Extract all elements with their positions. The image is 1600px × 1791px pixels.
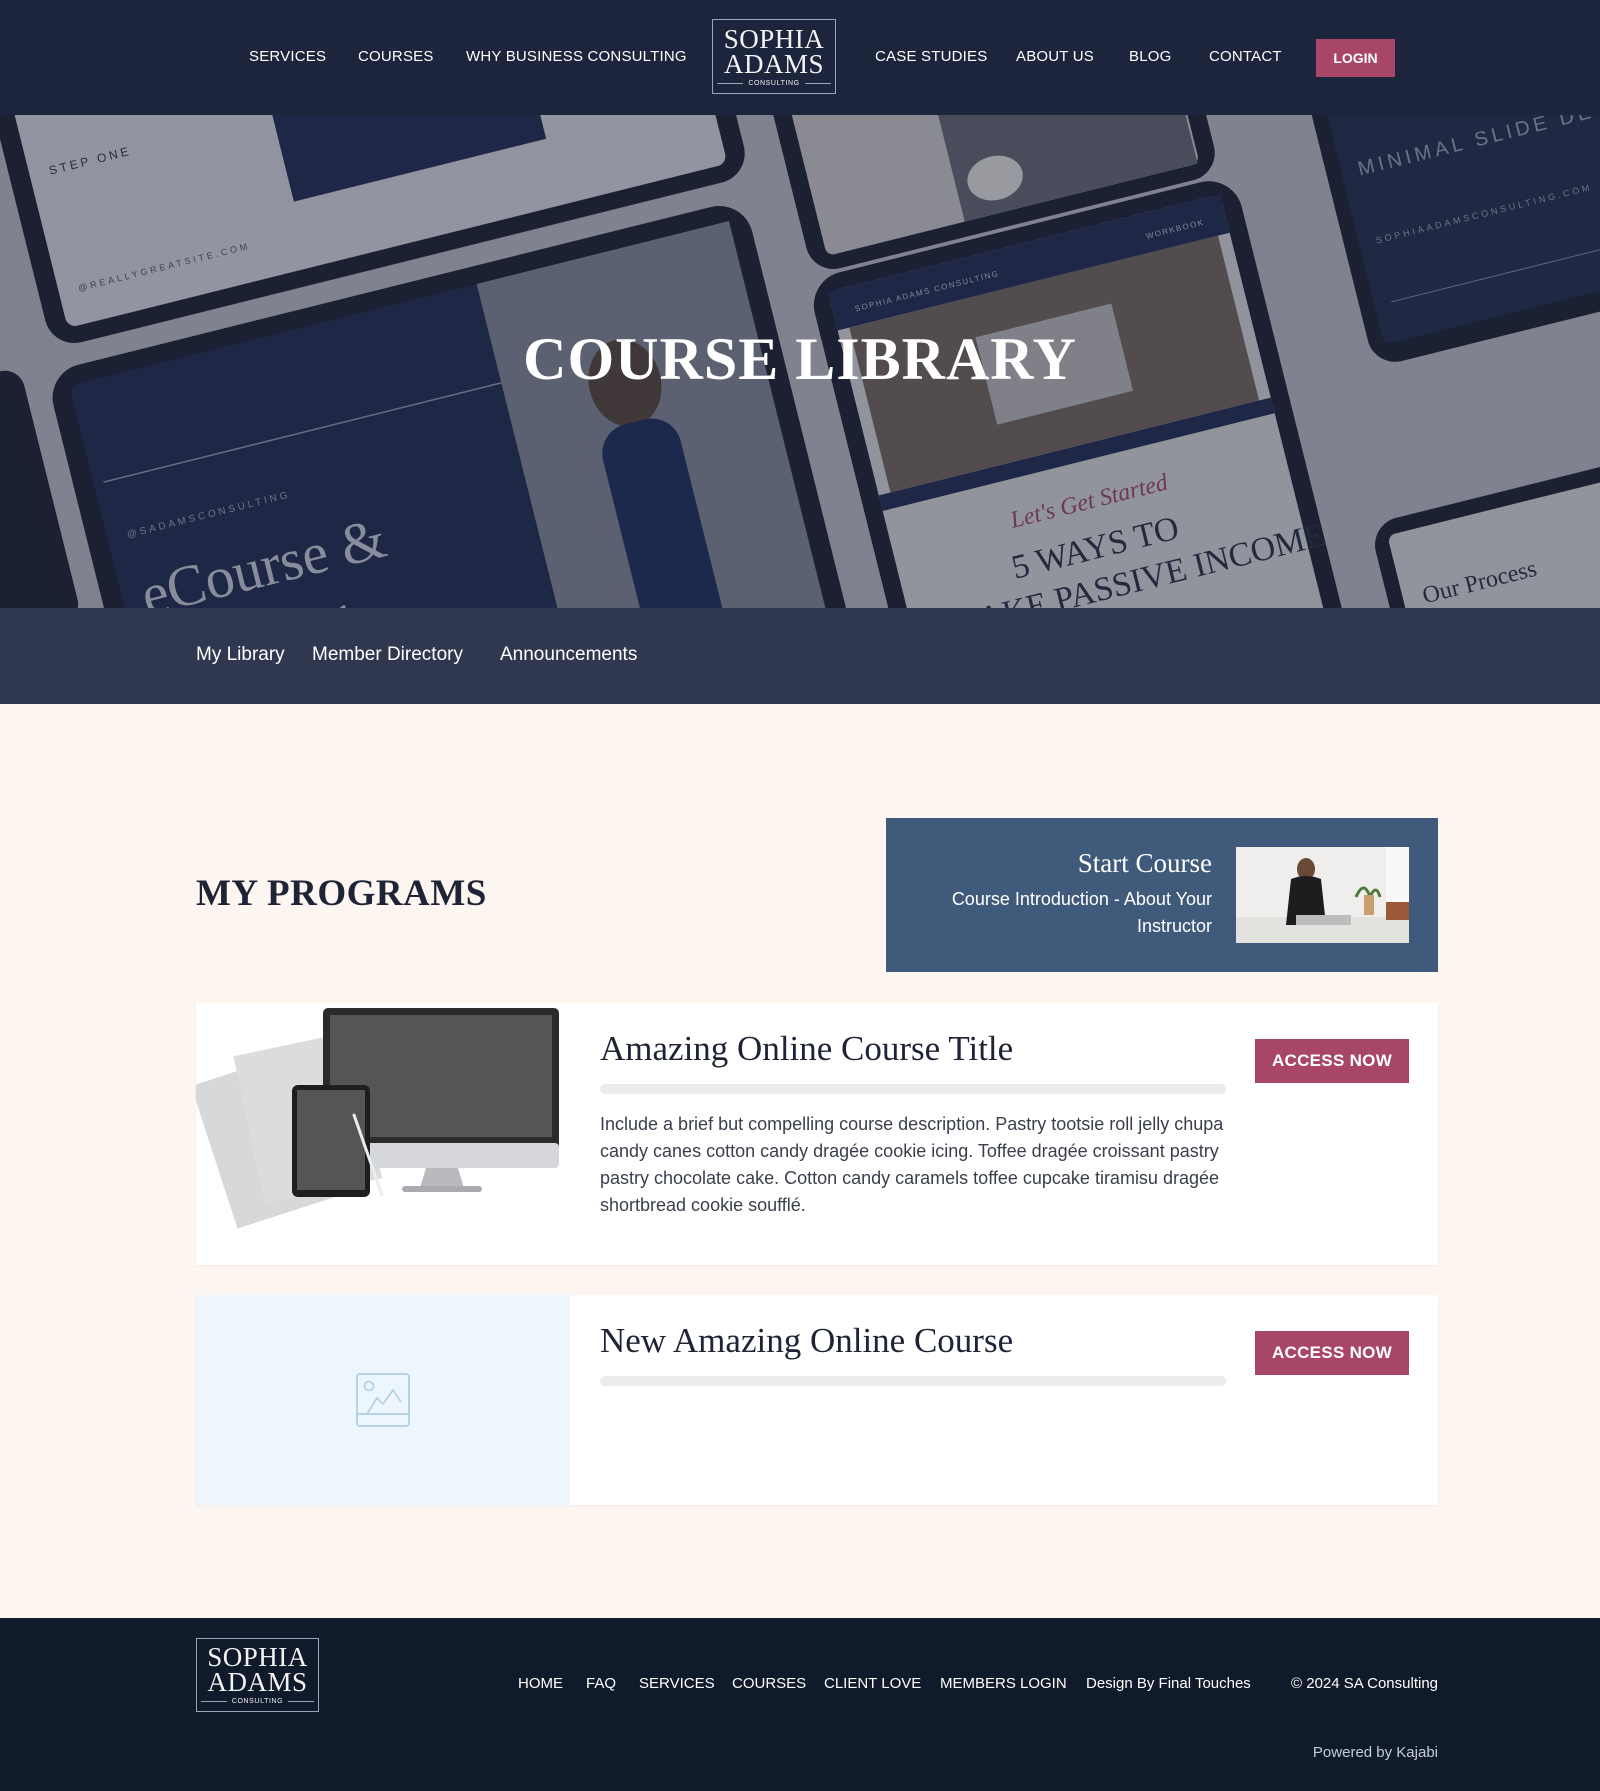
footer-logo-line-3: CONSULTING (231, 1698, 284, 1705)
start-course-title[interactable]: Start Course (1078, 848, 1212, 879)
nav-contact[interactable]: CONTACT (1209, 48, 1282, 65)
page-title: COURSE LIBRARY (523, 326, 1077, 392)
start-course-lesson: Course Introduction - About Your Instruc… (951, 889, 1212, 936)
course-progress-bar (600, 1084, 1226, 1094)
course-thumbnail[interactable] (196, 1295, 570, 1505)
footer-link-home[interactable]: HOME (518, 1675, 563, 1692)
devices-mockup-image (196, 1003, 570, 1265)
section-title: MY PROGRAMS (196, 873, 487, 914)
hero-banner: STEP ONE @REALLYGREATSITE.COM MINIMAL SL… (0, 115, 1600, 608)
site-header: SERVICES COURSES WHY BUSINESS CONSULTING… (0, 0, 1600, 115)
nav-why-business-consulting[interactable]: WHY BUSINESS CONSULTING (466, 48, 687, 65)
course-card: New Amazing Online Course ACCESS NOW (196, 1295, 1438, 1505)
course-thumbnail[interactable] (196, 1003, 570, 1265)
subnav-member-directory[interactable]: Member Directory (312, 644, 463, 666)
footer-link-courses[interactable]: COURSES (732, 1675, 806, 1692)
logo-line-1: SOPHIA (723, 23, 825, 54)
nav-case-studies[interactable]: CASE STUDIES (875, 48, 987, 65)
footer-link-design-credit[interactable]: Design By Final Touches (1086, 1675, 1251, 1692)
course-progress-bar (600, 1376, 1226, 1386)
nav-about-us[interactable]: ABOUT US (1016, 48, 1094, 65)
course-title[interactable]: New Amazing Online Course (600, 1321, 1013, 1361)
nav-courses[interactable]: COURSES (358, 48, 434, 65)
logo-rule-left (717, 82, 744, 84)
site-logo[interactable]: SOPHIA ADAMS CONSULTING (712, 19, 836, 94)
start-course-card[interactable]: Start Course Course Introduction - About… (886, 818, 1438, 972)
logo-rule-right (804, 82, 831, 84)
logo-tagline: CONSULTING (717, 79, 831, 87)
access-now-button[interactable]: ACCESS NOW (1255, 1039, 1409, 1083)
subnav-announcements[interactable]: Announcements (500, 644, 637, 666)
library-subnav: My Library Member Directory Announcement… (0, 608, 1600, 704)
powered-by-link[interactable]: Powered by Kajabi (1313, 1744, 1438, 1761)
footer-logo-line-2: ADAMS (207, 1667, 308, 1697)
image-placeholder-icon (356, 1373, 410, 1427)
logo-line-3: CONSULTING (748, 79, 800, 87)
footer-logo-rule-right (288, 1701, 315, 1702)
instructor-photo (1236, 847, 1409, 943)
copyright-text: © 2024 SA Consulting (1291, 1675, 1438, 1692)
footer-logo[interactable]: SOPHIA ADAMS CONSULTING (196, 1638, 319, 1712)
site-footer: SOPHIA ADAMS CONSULTING HOME FAQ SERVICE… (0, 1618, 1600, 1791)
start-course-thumbnail[interactable] (1236, 847, 1409, 943)
footer-logo-rule-left (200, 1701, 227, 1702)
subnav-my-library[interactable]: My Library (196, 644, 285, 666)
footer-link-members-login[interactable]: MEMBERS LOGIN (940, 1675, 1067, 1692)
course-description: Include a brief but compelling course de… (600, 1114, 1224, 1215)
login-button[interactable]: LOGIN (1316, 39, 1395, 77)
logo-line-2: ADAMS (723, 48, 825, 79)
nav-services[interactable]: SERVICES (249, 48, 326, 65)
access-now-button[interactable]: ACCESS NOW (1255, 1331, 1409, 1375)
footer-link-faq[interactable]: FAQ (586, 1675, 616, 1692)
footer-link-client-love[interactable]: CLIENT LOVE (824, 1675, 921, 1692)
footer-logo-tagline: CONSULTING (200, 1698, 315, 1705)
course-title[interactable]: Amazing Online Course Title (600, 1029, 1013, 1069)
nav-blog[interactable]: BLOG (1129, 48, 1171, 65)
course-card: Amazing Online Course Title Include a br… (196, 1003, 1438, 1265)
footer-link-services[interactable]: SERVICES (639, 1675, 715, 1692)
